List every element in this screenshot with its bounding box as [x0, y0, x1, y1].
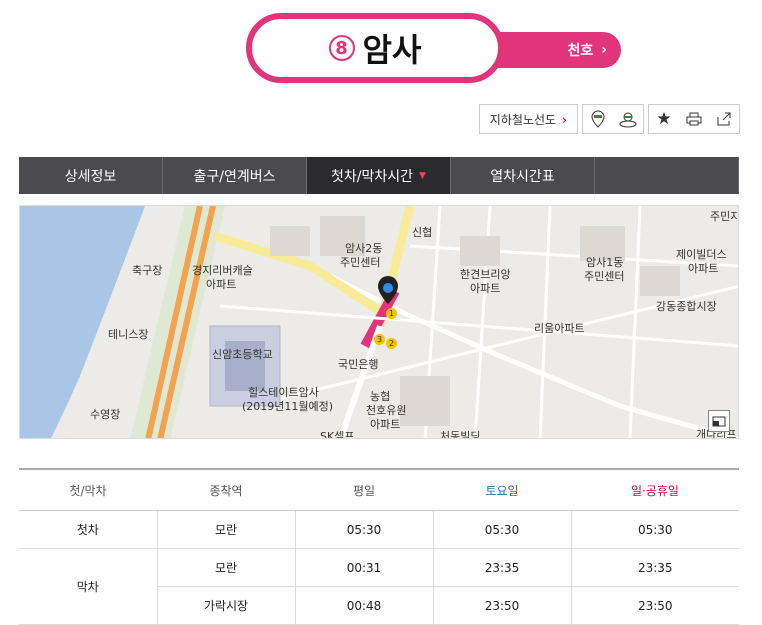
col-header-type: 첫/막차: [19, 468, 157, 511]
tab-detail-info[interactable]: 상세정보: [19, 157, 163, 194]
exit-badge: 3: [374, 334, 385, 345]
holiday-time: 23:35: [570, 548, 739, 587]
tab-first-last-train[interactable]: 첫차/막차시간 ▼: [307, 157, 451, 194]
street-view-icon[interactable]: [613, 105, 643, 133]
destination-cell: 모란: [156, 510, 295, 549]
destination-cell: 모란: [156, 548, 295, 587]
print-icon[interactable]: [679, 105, 709, 133]
map-label: 주민센터: [584, 270, 625, 283]
holiday-time: 05:30: [570, 510, 739, 549]
map-label: 아파트: [688, 262, 719, 275]
share-icon[interactable]: [709, 105, 739, 133]
first-last-train-table: 첫/막차 종착역 평일 토요일 일·공휴일 첫차 모란 05:30 05:30 …: [19, 468, 739, 625]
col-header-saturday: 토요일: [433, 468, 571, 511]
exit-badge: 1: [386, 308, 397, 319]
map-label: 제이빌더스: [676, 248, 727, 261]
map-label: 주민지: [710, 210, 739, 223]
exit-badge: 2: [386, 338, 397, 349]
weekday-time: 00:48: [294, 586, 433, 625]
map-expand-icon[interactable]: [708, 410, 730, 432]
map-label: 처동빌딩: [440, 430, 481, 439]
map-label: 농협: [370, 390, 391, 403]
map-label: 힐스테이트암사: [248, 386, 319, 399]
tab-timetable[interactable]: 열차시간표: [451, 157, 595, 194]
next-station-label: 천호: [567, 43, 594, 59]
tab-exits-bus[interactable]: 출구/연계버스: [163, 157, 307, 194]
map-label: 국민은행: [338, 358, 379, 371]
tab-empty: [595, 157, 739, 194]
station-tabs: 상세정보 출구/연계버스 첫차/막차시간 ▼ 열차시간표: [19, 157, 739, 194]
station-header: 8 암사: [246, 13, 504, 83]
map-label: 주민센터: [340, 256, 381, 269]
map-label: 한견브리앙: [460, 268, 511, 281]
map-label: 경지리버캐슬: [192, 264, 253, 277]
saturday-time: 05:30: [432, 510, 571, 549]
subway-map-button[interactable]: 지하철노선도 ›: [478, 104, 578, 134]
col-header-holiday: 일·공휴일: [571, 468, 739, 511]
toolbar: 지하철노선도 › ★: [478, 104, 740, 134]
chevron-right-icon: ›: [601, 42, 607, 58]
map-label: SK셀프: [320, 430, 355, 439]
caret-down-icon: ▼: [419, 170, 426, 181]
weekday-time: 05:30: [294, 510, 433, 549]
saturday-time: 23:35: [432, 548, 571, 587]
station-name: 암사: [362, 31, 422, 69]
col-header-destination: 종착역: [157, 468, 295, 511]
chevron-right-icon: ›: [562, 112, 567, 127]
star-icon[interactable]: ★: [649, 105, 679, 133]
map-label: 암사1동: [586, 256, 624, 269]
holiday-time: 23:50: [570, 586, 739, 625]
map-icon-group: [582, 104, 644, 134]
saturday-time: 23:50: [432, 586, 571, 625]
row-label-last: 막차: [19, 548, 157, 625]
subway-map-label: 지하철노선도: [489, 112, 557, 127]
map-label: 테니스장: [108, 328, 149, 341]
map-pin-icon[interactable]: [583, 105, 613, 133]
map-label: 축구장: [132, 264, 163, 277]
action-icon-group: ★: [648, 104, 740, 134]
map-label: 아파트: [470, 282, 501, 295]
station-map[interactable]: 주민지 신협 암사2동 주민센터 축구장 경지리버캐슬 아파트 한견브리앙 아파…: [19, 205, 739, 439]
map-label: 아파트: [206, 278, 237, 291]
map-label: 수영장: [90, 408, 121, 421]
map-label: 아파트: [370, 418, 401, 431]
destination-cell: 가락시장: [156, 586, 295, 625]
map-label: 암사2동: [345, 242, 383, 255]
weekday-time: 00:31: [294, 548, 433, 587]
table-row: 막차 모란 00:31 23:35 23:35: [19, 548, 739, 625]
map-label: 강동종합시장: [656, 300, 717, 313]
map-label: (2019년11월예정): [242, 400, 334, 413]
map-label: 리움아파트: [534, 322, 585, 335]
line-number-badge: 8: [328, 35, 355, 61]
table-row: 첫차 모란 05:30 05:30 05:30: [19, 510, 739, 549]
map-label: 신협: [412, 226, 433, 239]
next-station-button[interactable]: 천호 ›: [495, 32, 621, 68]
map-label: 신암초등학교: [212, 348, 273, 361]
col-header-weekday: 평일: [295, 468, 433, 511]
map-label: 천호유원: [366, 404, 407, 417]
row-label-first: 첫차: [19, 510, 157, 549]
